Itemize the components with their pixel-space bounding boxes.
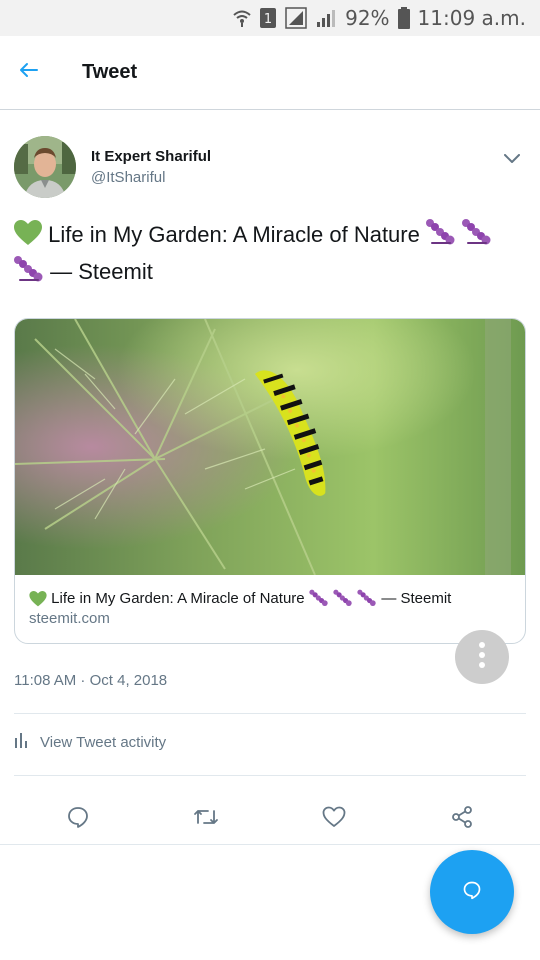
share-button[interactable]: [439, 796, 485, 842]
caterpillar-icon: [333, 589, 353, 611]
more-options-button[interactable]: [455, 630, 509, 684]
signal-1-icon: [285, 7, 307, 29]
divider: [14, 713, 526, 714]
avatar[interactable]: [14, 136, 76, 198]
battery-percent: 92%: [345, 6, 390, 30]
like-icon: [322, 806, 346, 833]
view-tweet-activity-label: View Tweet activity: [40, 734, 167, 751]
signal-2-icon: [315, 7, 337, 29]
status-bar: 1 92% 11:09 a.m.: [0, 0, 540, 36]
retweet-button[interactable]: [183, 796, 229, 842]
green-heart-icon: [14, 220, 42, 255]
top-app-bar: Tweet: [0, 36, 540, 110]
clock: 11:09 a.m.: [417, 6, 526, 30]
wifi-icon: [233, 8, 251, 28]
tweet-timestamp: 11:08 AM · Oct 4, 2018: [14, 672, 168, 689]
author-handle[interactable]: @ItShariful: [91, 169, 165, 186]
divider: [0, 844, 540, 845]
reply-button[interactable]: [55, 796, 101, 842]
tweet-text-main: Life in My Garden: A Miracle of Nature: [48, 222, 420, 247]
battery-icon: [397, 7, 410, 29]
more-vertical-icon: [478, 641, 486, 674]
share-icon: [451, 805, 473, 833]
reply-icon: [66, 805, 90, 834]
caterpillar-icon: [357, 589, 377, 611]
tweet-text: Life in My Garden: A Miracle of Nature —…: [14, 218, 526, 292]
sim-icon: 1: [259, 7, 277, 29]
tweet-options-button[interactable]: [498, 146, 526, 174]
tweet-text-suffix: — Steemit: [50, 259, 153, 284]
card-image: [15, 319, 525, 576]
back-button[interactable]: [0, 36, 56, 110]
card-title-suffix: — Steemit: [381, 590, 452, 607]
retweet-icon: [193, 806, 219, 833]
compose-icon: [462, 880, 482, 905]
bar-chart-icon: [14, 732, 28, 753]
like-button[interactable]: [311, 796, 357, 842]
card-domain: steemit.com: [29, 610, 110, 627]
divider: [14, 775, 526, 776]
author-name[interactable]: It Expert Shariful: [91, 148, 211, 165]
author-row: It Expert Shariful @ItShariful: [14, 136, 526, 200]
card-title-main: Life in My Garden: A Miracle of Nature: [51, 590, 305, 607]
back-arrow-icon: [18, 62, 38, 83]
compose-reply-button[interactable]: [430, 850, 514, 934]
caterpillar-icon: [462, 218, 492, 255]
card-title: Life in My Garden: A Miracle of Nature —…: [29, 589, 451, 611]
view-tweet-activity[interactable]: View Tweet activity: [14, 732, 166, 753]
tweet-actions: [0, 796, 540, 842]
caterpillar-icon: [425, 218, 456, 255]
svg-text:1: 1: [264, 12, 272, 27]
green-heart-icon: [29, 591, 47, 611]
caterpillar-icon: [14, 255, 44, 292]
link-card[interactable]: Life in My Garden: A Miracle of Nature —…: [14, 318, 526, 644]
caterpillar-icon: [309, 589, 329, 611]
page-title: Tweet: [82, 61, 138, 83]
chevron-down-icon: [504, 151, 520, 169]
